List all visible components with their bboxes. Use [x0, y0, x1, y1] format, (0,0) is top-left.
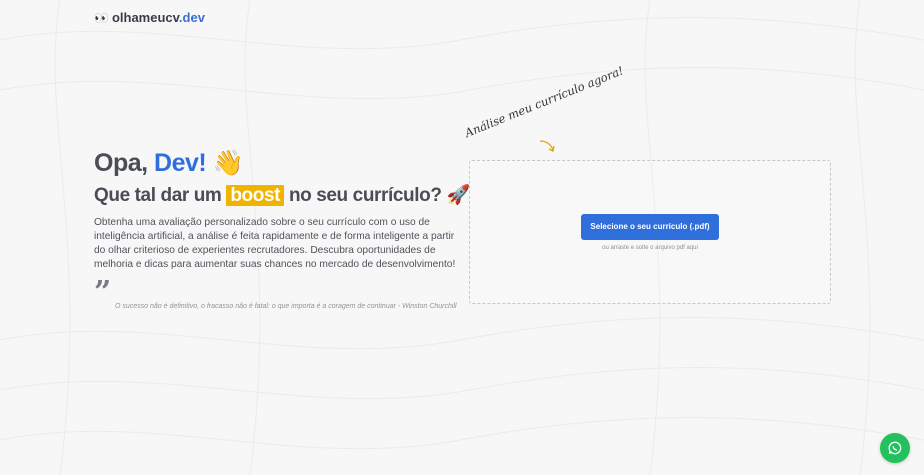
rocket-icon: 🚀 [446, 185, 470, 206]
upload-dropzone[interactable]: Selecione o seu currículo (.pdf) ou arra… [469, 160, 831, 304]
boost-highlight: boost [226, 185, 285, 206]
hero-section: Opa, Dev! 👋 Que tal dar um boost no seu … [94, 146, 470, 310]
quote-icon: ” [94, 275, 112, 310]
brand-name: olhameucv.dev [111, 10, 205, 25]
chat-button[interactable] [880, 433, 910, 463]
headline: Que tal dar um boost no seu currículo? 🚀 [94, 185, 470, 206]
logo[interactable]: 👀 olhameucv.dev [94, 10, 205, 25]
greeting-heading: Opa, Dev! 👋 [94, 149, 244, 177]
select-resume-button[interactable]: Selecione o seu currículo (.pdf) [581, 213, 719, 240]
drop-hint: ou arraste e solte o arquivo pdf aqui [602, 244, 698, 251]
chat-bubble-icon [888, 441, 902, 455]
quote-text: O sucesso não é definitivo, o fracasso n… [115, 303, 457, 310]
curved-arrow-icon [539, 140, 555, 152]
eyes-icon: 👀 [94, 10, 109, 25]
waving-hand-icon: 👋 [212, 149, 244, 177]
description: Obtenha uma avaliação personalizado sobr… [94, 217, 456, 270]
